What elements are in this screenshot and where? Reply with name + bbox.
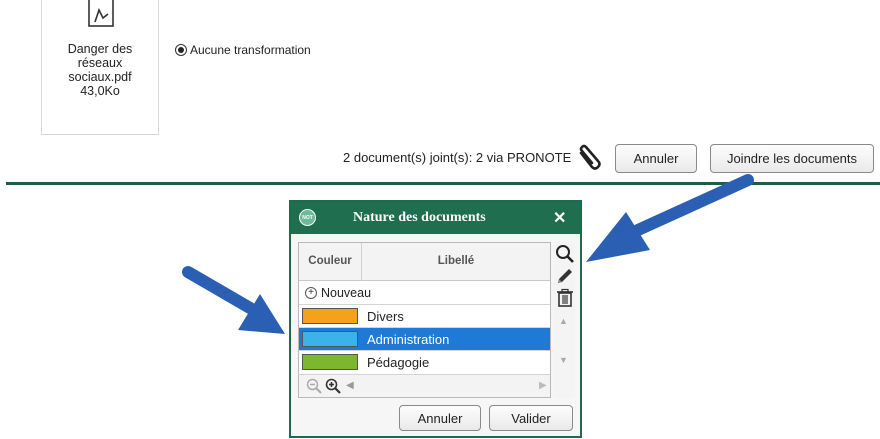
divider	[6, 182, 880, 185]
file-card[interactable]: Danger des réseaux sociaux.pdf 43,0Ko	[41, 0, 159, 135]
app-badge: NOT	[299, 209, 316, 226]
column-header-label[interactable]: Libellé	[362, 255, 550, 267]
scroll-down-icon[interactable]: ▼	[559, 355, 568, 365]
scroll-left-icon[interactable]: ◀	[346, 380, 354, 391]
table-row[interactable]: Pédagogie	[299, 350, 550, 373]
side-toolbar: ▲ ▼	[553, 242, 575, 398]
color-swatch	[302, 308, 358, 324]
dialog-title: Nature des documents	[353, 210, 486, 225]
validate-button[interactable]: Valider	[489, 405, 573, 431]
dialog-cancel-button[interactable]: Annuler	[399, 405, 481, 431]
table-row-selected[interactable]: Administration	[299, 327, 550, 350]
row-label: Pédagogie	[367, 355, 430, 370]
new-item-label: Nouveau	[321, 286, 372, 300]
scroll-up-icon[interactable]: ▲	[559, 316, 568, 326]
column-header-color[interactable]: Couleur	[299, 255, 361, 267]
joined-count-text: 2 document(s) joint(s): 2 via PRONOTE	[343, 150, 572, 165]
zoom-in-icon[interactable]	[325, 378, 341, 394]
color-swatch	[302, 354, 358, 370]
cancel-button[interactable]: Annuler	[615, 144, 697, 173]
row-label: Divers	[367, 309, 404, 324]
close-icon[interactable]: ✕	[553, 208, 566, 228]
pdf-file-icon	[88, 0, 114, 27]
attachment-panel: Danger des réseaux sociaux.pdf 43,0Ko Au…	[0, 0, 880, 182]
trash-icon[interactable]	[555, 288, 575, 308]
transform-option-label: Aucune transformation	[190, 43, 311, 57]
radio-selected[interactable]	[175, 44, 187, 56]
annotation-arrow-left	[182, 266, 285, 334]
nature-documents-dialog: NOT Nature des documents ✕ Couleur Libel…	[289, 200, 582, 438]
file-name: Danger des réseaux sociaux.pdf 43,0Ko	[67, 42, 133, 98]
dialog-header: NOT Nature des documents ✕	[291, 202, 580, 234]
join-documents-button[interactable]: Joindre les documents	[710, 144, 874, 173]
table-footer: ◀ ▶	[299, 374, 550, 397]
zoom-out-icon[interactable]	[306, 378, 322, 394]
color-swatch	[302, 331, 358, 347]
pencil-icon[interactable]	[555, 266, 575, 286]
search-icon[interactable]	[555, 244, 575, 264]
row-label: Administration	[367, 332, 450, 347]
paperclip-icon[interactable]	[573, 143, 603, 173]
plus-icon: +	[305, 287, 317, 299]
table-header: Couleur Libellé	[299, 243, 550, 281]
scroll-right-icon[interactable]: ▶	[539, 380, 547, 391]
new-item-row[interactable]: + Nouveau	[299, 282, 550, 304]
document-types-table: Couleur Libellé + Nouveau Divers Adminis…	[298, 242, 551, 398]
transform-option[interactable]: Aucune transformation	[175, 43, 311, 57]
annotation-arrow-right	[586, 174, 754, 262]
table-row[interactable]: Divers	[299, 304, 550, 327]
